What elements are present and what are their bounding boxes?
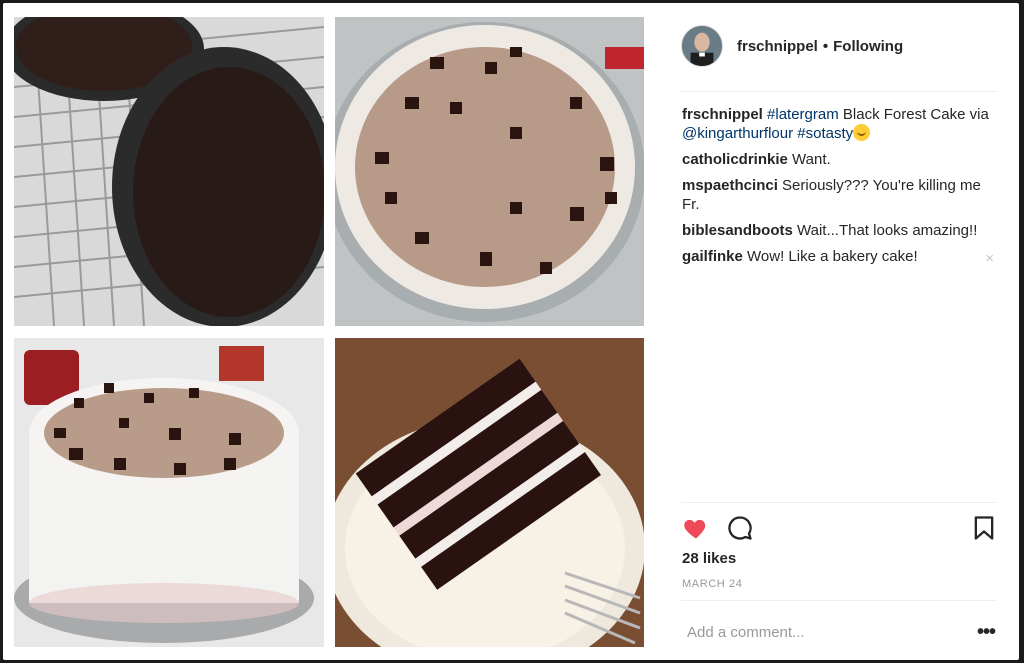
post-date: MARCH 24 [682,578,743,590]
hashtag-sotasty[interactable]: #sotasty [797,125,853,142]
more-options-icon[interactable]: ••• [977,621,996,644]
header-divider [681,91,997,92]
post-username[interactable]: frschnippel [737,38,818,55]
comment-item: gailfinke Wow! Like a bakery cake! × [682,247,1000,268]
comment-item: mspaethcinci Seriously??? You're killing… [682,176,1000,214]
post-modal: frschnippel • Following frschnippel #lat… [3,3,1019,660]
avatar[interactable] [681,25,723,67]
comment-username[interactable]: gailfinke [682,248,743,265]
smiling-face-emoji-icon [853,124,871,141]
comment-username[interactable]: mspaethcinci [682,177,778,194]
comment-text: Wow! Like a bakery cake! [747,248,918,265]
actions-divider [681,502,997,503]
caption-username[interactable]: frschnippel [682,106,763,123]
comment-bubble-icon[interactable] [726,514,754,542]
action-bar [682,514,998,546]
photo-cake-top-shavings [335,17,644,326]
photo-collage [3,3,658,660]
mention-kingarthurflour[interactable]: @kingarthurflour [682,125,793,142]
comments-list: frschnippel #latergram Black Forest Cake… [682,105,1000,273]
caption: frschnippel #latergram Black Forest Cake… [682,105,1000,143]
delete-comment-icon[interactable]: × [985,249,994,268]
hashtag-latergram[interactable]: #latergram [767,106,839,123]
photo-cake-slice [335,338,644,647]
add-comment-input[interactable] [685,623,949,642]
caption-text: Black Forest Cake via [838,106,989,123]
comment-username[interactable]: biblesandboots [682,222,793,239]
heart-icon[interactable] [682,514,710,542]
photo-frosted-cake-side [14,338,324,647]
post-side-panel: frschnippel • Following frschnippel #lat… [658,3,1019,660]
post-header: frschnippel • Following [681,24,1001,68]
header-separator: • [822,37,829,55]
comment-divider [681,600,997,601]
comment-text: Wait...That looks amazing!! [797,222,978,239]
photo-cake-layers-cooling [14,17,324,326]
comment-username[interactable]: catholicdrinkie [682,151,788,168]
comment-item: biblesandboots Wait...That looks amazing… [682,221,1000,240]
bookmark-icon[interactable] [970,514,998,542]
comment-item: catholicdrinkie Want. [682,150,1000,169]
likes-count[interactable]: 28 likes [682,550,736,567]
comment-text: Want. [792,151,831,168]
following-button[interactable]: Following [833,38,903,55]
